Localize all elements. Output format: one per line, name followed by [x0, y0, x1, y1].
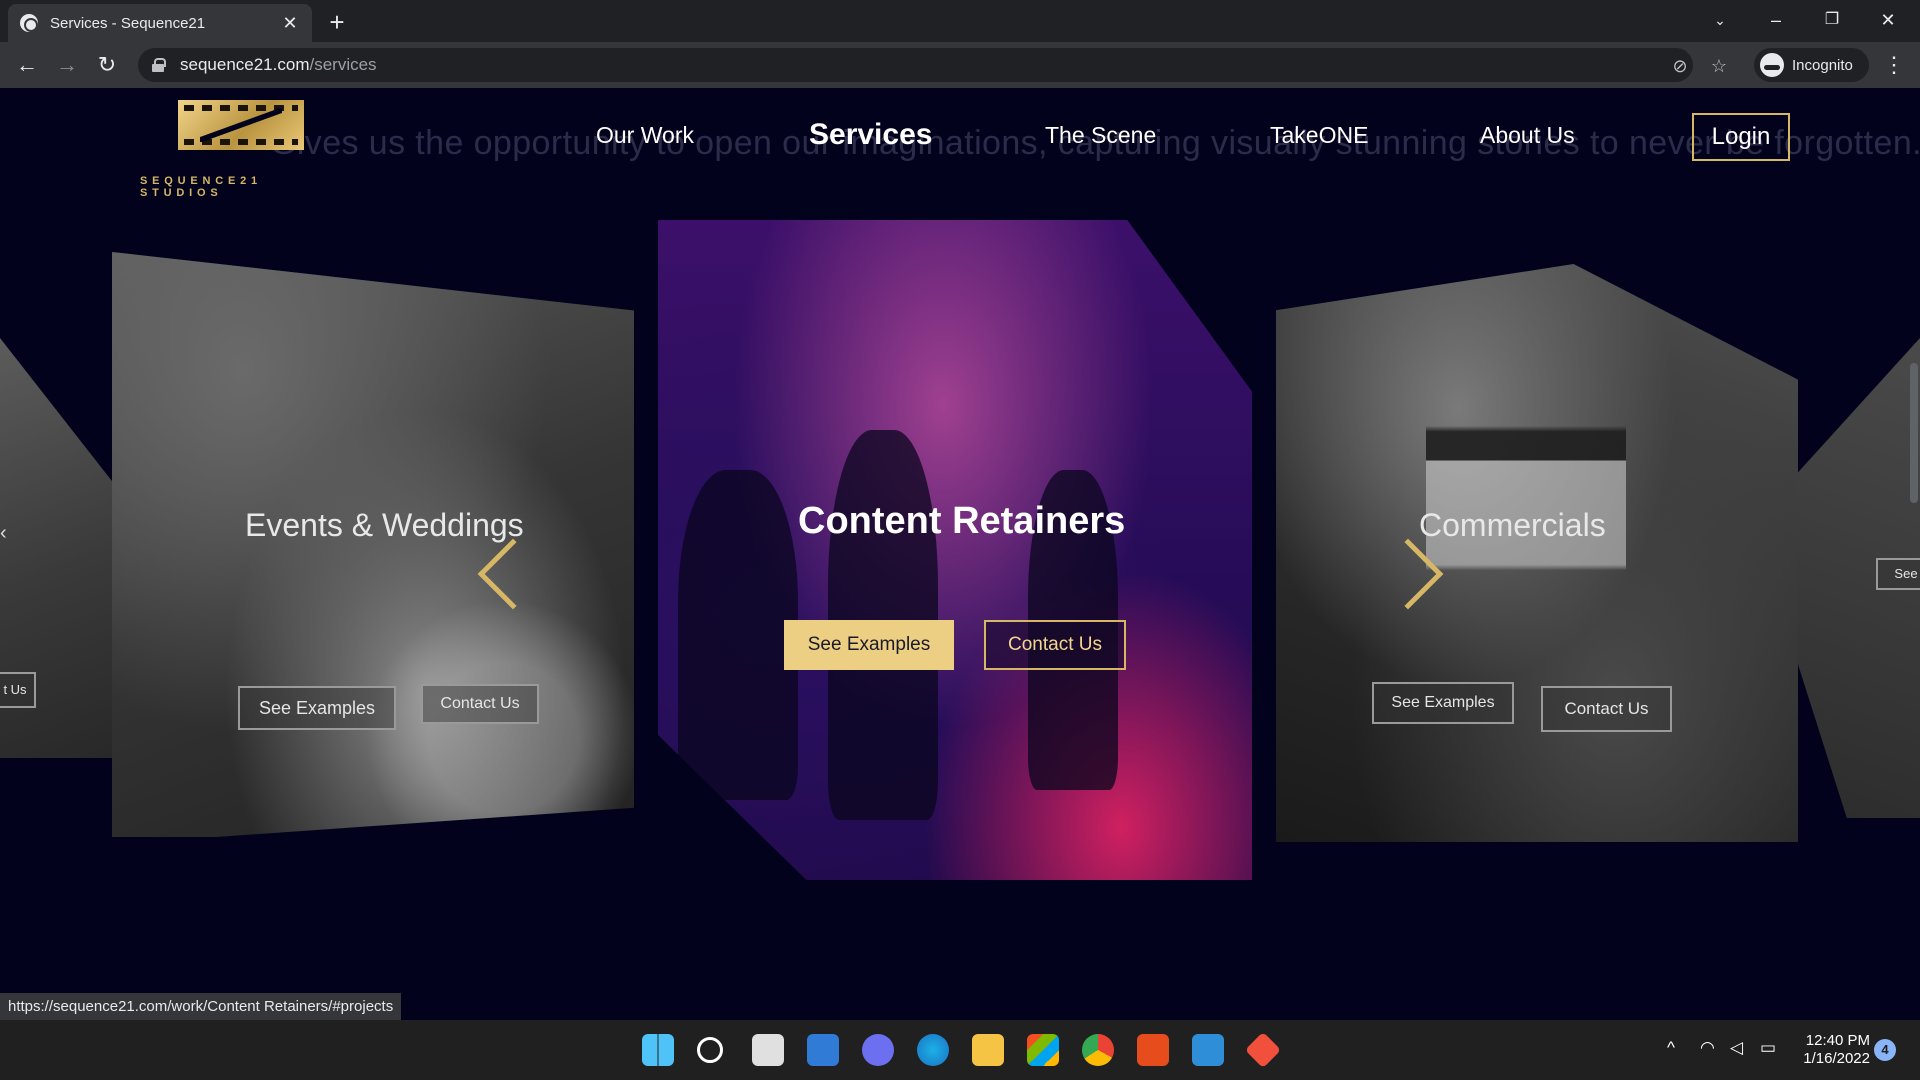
- edge-icon[interactable]: [917, 1034, 949, 1066]
- clock-time: 12:40 PM: [1805, 1032, 1870, 1049]
- content-see-examples-button[interactable]: See Examples: [784, 620, 954, 670]
- browser-tab[interactable]: Services - Sequence21 ✕: [8, 4, 312, 42]
- page-scrollbar[interactable]: [1910, 363, 1918, 503]
- service-card-far-left[interactable]: t Us: [0, 338, 115, 758]
- microsoft-store-icon[interactable]: [1027, 1034, 1059, 1066]
- service-card-commercials[interactable]: Commercials See Examples Contact Us: [1276, 264, 1798, 842]
- incognito-icon: [1760, 53, 1784, 77]
- card-title-commercials: Commercials: [1419, 507, 1606, 543]
- notification-badge[interactable]: 4: [1874, 1039, 1896, 1061]
- search-icon[interactable]: [697, 1037, 723, 1063]
- browser-toolbar: ← → ↻ sequence21.com/services ⊘ ☆ Incogn…: [0, 42, 1920, 88]
- chrome-icon[interactable]: [1082, 1034, 1114, 1066]
- content-contact-button[interactable]: Contact Us: [984, 620, 1126, 670]
- eye-off-icon[interactable]: ⊘: [1669, 55, 1691, 77]
- commercials-contact-button[interactable]: Contact Us: [1541, 686, 1672, 732]
- nav-the-scene[interactable]: The Scene: [1045, 122, 1156, 149]
- taskbar-clock[interactable]: 12:40 PM 1/16/2022: [1800, 1032, 1870, 1068]
- site-logo[interactable]: SEQUENCE21 STUDIOS: [138, 100, 338, 199]
- windows-start-icon[interactable]: [642, 1034, 674, 1066]
- wifi-icon[interactable]: ◠: [1700, 1038, 1715, 1058]
- service-card-events-weddings[interactable]: Events & Weddings See Examples Contact U…: [112, 252, 634, 837]
- close-tab-icon[interactable]: ✕: [280, 13, 300, 33]
- battery-icon[interactable]: ▭: [1760, 1038, 1776, 1058]
- address-bar[interactable]: sequence21.com/services ⊘ ☆: [138, 48, 1727, 82]
- browser-tab-bar: Services - Sequence21 ✕ + ⌄ – ❐ ✕: [0, 0, 1920, 42]
- url-host: sequence21.com: [180, 55, 310, 74]
- website-viewport: Gives us the opportunity to open our ima…: [0, 88, 1920, 1020]
- widgets-icon[interactable]: [807, 1034, 839, 1066]
- clock-date: 1/16/2022: [1803, 1050, 1870, 1067]
- logo-text: SEQUENCE21 STUDIOS: [140, 175, 262, 199]
- vscode-icon[interactable]: [1192, 1034, 1224, 1066]
- windows-taskbar: ^ ◠ ◁ ▭ 12:40 PM 1/16/2022 4: [0, 1020, 1920, 1080]
- link-hover-status: https://sequence21.com/work/Content Reta…: [0, 993, 402, 1020]
- clapper-slash-icon: [200, 108, 282, 142]
- office-icon[interactable]: [1137, 1034, 1169, 1066]
- git-icon[interactable]: [1244, 1031, 1282, 1069]
- tray-chevron-icon[interactable]: ^: [1667, 1038, 1675, 1058]
- back-button[interactable]: ←: [12, 50, 42, 80]
- teams-chat-icon[interactable]: [862, 1034, 894, 1066]
- nav-about-us[interactable]: About Us: [1480, 122, 1575, 149]
- clapperboard-photo: [1426, 264, 1626, 842]
- incognito-label: Incognito: [1792, 56, 1853, 74]
- far-right-see-button[interactable]: See: [1876, 558, 1920, 590]
- far-left-arrow-icon[interactable]: ‹: [0, 522, 7, 545]
- star-bookmark-icon[interactable]: ☆: [1708, 55, 1730, 77]
- commercials-see-examples-button[interactable]: See Examples: [1372, 682, 1514, 724]
- close-window-button[interactable]: ✕: [1860, 0, 1916, 42]
- lock-icon[interactable]: [152, 58, 166, 72]
- wedding-photo: [112, 252, 634, 837]
- file-explorer-icon[interactable]: [972, 1034, 1004, 1066]
- url-path: /services: [309, 55, 377, 74]
- incognito-profile-button[interactable]: Incognito: [1754, 48, 1869, 82]
- browser-menu-icon[interactable]: ⋮: [1882, 50, 1906, 80]
- new-tab-button[interactable]: +: [322, 8, 352, 38]
- nav-our-work[interactable]: Our Work: [596, 122, 694, 149]
- task-view-icon[interactable]: [752, 1034, 784, 1066]
- tab-title: Services - Sequence21: [50, 14, 206, 32]
- login-button[interactable]: Login: [1692, 113, 1790, 161]
- service-card-far-right[interactable]: See: [1798, 338, 1920, 818]
- reload-button[interactable]: ↻: [92, 50, 122, 80]
- globe-icon: [20, 14, 38, 32]
- far-left-contact-button[interactable]: t Us: [0, 672, 36, 708]
- nav-takeone[interactable]: TakeONE: [1270, 122, 1368, 149]
- service-card-content-retainers[interactable]: Content Retainers See Examples Contact U…: [658, 220, 1252, 880]
- card-title-content-retainers: Content Retainers: [798, 500, 1126, 542]
- events-contact-button[interactable]: Contact Us: [421, 684, 539, 724]
- forward-button[interactable]: →: [52, 50, 82, 80]
- tab-search-chevron-icon[interactable]: ⌄: [1692, 0, 1748, 42]
- volume-icon[interactable]: ◁: [1730, 1038, 1743, 1058]
- events-see-examples-button[interactable]: See Examples: [238, 686, 396, 730]
- card-title-events-weddings: Events & Weddings: [245, 507, 524, 543]
- minimize-button[interactable]: –: [1748, 0, 1804, 42]
- restore-button[interactable]: ❐: [1804, 0, 1860, 42]
- nav-services[interactable]: Services: [809, 118, 932, 152]
- crew-silhouette: [678, 470, 798, 800]
